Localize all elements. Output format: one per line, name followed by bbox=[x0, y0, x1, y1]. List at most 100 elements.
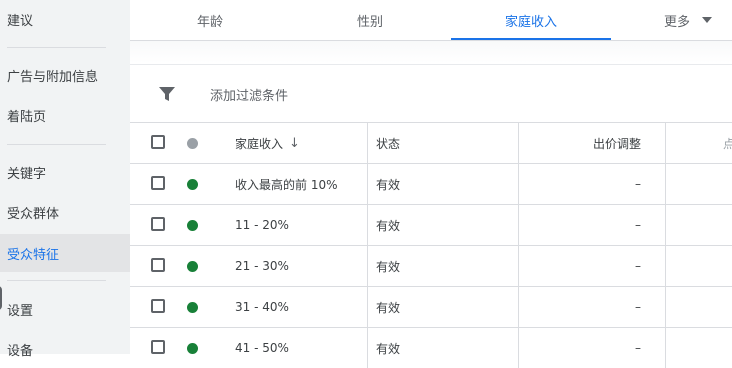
income-label: 31 - 40% bbox=[235, 300, 289, 314]
add-filter-button[interactable]: 添加过滤条件 bbox=[210, 85, 288, 104]
row-checkbox[interactable] bbox=[151, 340, 165, 354]
status-label: 有效 bbox=[376, 218, 401, 233]
tab-household-income[interactable]: 家庭收入 bbox=[451, 0, 611, 40]
column-divider bbox=[367, 205, 368, 245]
sidebar-item-label: 广告与附加信息 bbox=[7, 69, 99, 85]
income-label: 11 - 20% bbox=[235, 218, 289, 232]
status-cell: 有效 bbox=[376, 164, 516, 204]
column-divider bbox=[367, 123, 368, 163]
bid-cell[interactable]: – bbox=[520, 164, 641, 204]
bid-value: – bbox=[635, 300, 641, 314]
table-row[interactable]: 收入最高的前 10% 有效 – bbox=[130, 163, 732, 204]
bid-value: – bbox=[635, 218, 641, 232]
tab-label: 更多 bbox=[663, 14, 690, 30]
table-row[interactable]: 21 - 30% 有效 – bbox=[130, 245, 732, 286]
column-header-bid-adjustment[interactable]: 出价调整 bbox=[520, 123, 641, 163]
status-label: 有效 bbox=[376, 177, 401, 192]
income-cell: 21 - 30% bbox=[235, 246, 365, 286]
sidebar-divider bbox=[7, 280, 106, 281]
column-divider bbox=[665, 287, 666, 327]
tab-more[interactable]: 更多 bbox=[652, 0, 702, 40]
select-all-checkbox[interactable] bbox=[151, 135, 165, 149]
column-divider bbox=[518, 123, 519, 163]
column-header-label: 出价调整 bbox=[592, 136, 641, 151]
row-checkbox[interactable] bbox=[151, 258, 165, 272]
sidebar: 建议 广告与附加信息 着陆页 关键字 受众群体 受众特征 设置 设备 bbox=[0, 0, 130, 359]
status-dot-active bbox=[187, 179, 198, 190]
income-table: 家庭收入 ↓ 状态 出价调整 点 收入最高的前 10% 有效 – 11 - 20… bbox=[130, 122, 732, 368]
bid-cell[interactable]: – bbox=[520, 287, 641, 327]
tab-label: 性别 bbox=[356, 14, 383, 30]
tab-label: 家庭收入 bbox=[504, 14, 557, 30]
table-header-row: 家庭收入 ↓ 状态 出价调整 点 bbox=[130, 122, 732, 163]
column-divider bbox=[518, 287, 519, 327]
status-label: 有效 bbox=[376, 259, 401, 274]
sidebar-item-demographics[interactable]: 受众特征 bbox=[0, 234, 130, 272]
sidebar-divider bbox=[7, 144, 106, 145]
status-dot-active bbox=[187, 261, 198, 272]
status-cell: 有效 bbox=[376, 328, 516, 368]
sidebar-item-audiences[interactable]: 受众群体 bbox=[0, 193, 130, 231]
column-header-income[interactable]: 家庭收入 ↓ bbox=[235, 123, 365, 163]
status-cell: 有效 bbox=[376, 205, 516, 245]
tab-bar: 年龄 性别 家庭收入 更多 bbox=[130, 0, 732, 41]
tab-gender[interactable]: 性别 bbox=[335, 0, 405, 40]
sidebar-item-keywords[interactable]: 关键字 bbox=[0, 153, 130, 191]
scroll-handle[interactable] bbox=[0, 286, 2, 310]
bid-value: – bbox=[635, 177, 641, 191]
column-header-label: 状态 bbox=[376, 136, 401, 151]
table-row[interactable]: 11 - 20% 有效 – bbox=[130, 204, 732, 245]
row-checkbox[interactable] bbox=[151, 176, 165, 190]
column-divider bbox=[518, 164, 519, 204]
bid-cell[interactable]: – bbox=[520, 205, 641, 245]
header-shadow bbox=[130, 41, 732, 63]
filter-icon[interactable] bbox=[158, 85, 176, 103]
sidebar-item-label: 受众群体 bbox=[7, 206, 60, 222]
column-divider bbox=[665, 123, 666, 163]
column-divider bbox=[367, 246, 368, 286]
arrow-down-icon[interactable]: ↓ bbox=[289, 136, 300, 151]
income-label: 41 - 50% bbox=[235, 341, 289, 355]
main-panel: 年龄 性别 家庭收入 更多 添加过滤条件 家庭收入 ↓ 状态 出价调整 点 收入… bbox=[130, 0, 732, 368]
income-label: 收入最高的前 10% bbox=[235, 177, 338, 192]
column-header-status[interactable]: 状态 bbox=[376, 123, 516, 163]
bid-cell[interactable]: – bbox=[520, 328, 641, 368]
status-dot-header bbox=[187, 138, 198, 149]
income-cell: 收入最高的前 10% bbox=[235, 164, 365, 204]
sidebar-item-devices[interactable]: 设备 bbox=[0, 330, 130, 368]
column-divider bbox=[665, 164, 666, 204]
column-divider bbox=[665, 205, 666, 245]
status-cell: 有效 bbox=[376, 287, 516, 327]
column-divider bbox=[518, 246, 519, 286]
income-cell: 11 - 20% bbox=[235, 205, 365, 245]
tab-label: 年龄 bbox=[196, 14, 223, 30]
sidebar-item-label: 建议 bbox=[7, 13, 34, 29]
column-divider bbox=[367, 164, 368, 204]
bid-cell[interactable]: – bbox=[520, 246, 641, 286]
status-cell: 有效 bbox=[376, 246, 516, 286]
caret-down-icon[interactable] bbox=[702, 17, 712, 23]
status-dot-active bbox=[187, 302, 198, 313]
sidebar-divider bbox=[7, 47, 106, 48]
column-divider bbox=[367, 328, 368, 368]
status-label: 有效 bbox=[376, 300, 401, 315]
sidebar-item-suggestions[interactable]: 建议 bbox=[0, 0, 130, 38]
column-divider bbox=[367, 287, 368, 327]
status-dot-active bbox=[187, 220, 198, 231]
row-checkbox[interactable] bbox=[151, 299, 165, 313]
sidebar-item-label: 受众特征 bbox=[7, 247, 60, 263]
column-divider bbox=[518, 328, 519, 368]
status-dot-active bbox=[187, 343, 198, 354]
column-header-partial[interactable]: 点 bbox=[723, 123, 732, 163]
table-row[interactable]: 41 - 50% 有效 – bbox=[130, 327, 732, 368]
tab-age[interactable]: 年龄 bbox=[175, 0, 245, 40]
income-cell: 31 - 40% bbox=[235, 287, 365, 327]
sidebar-item-ads-extensions[interactable]: 广告与附加信息 bbox=[0, 56, 130, 94]
filter-bar: 添加过滤条件 bbox=[130, 64, 732, 123]
sidebar-item-landing-pages[interactable]: 着陆页 bbox=[0, 96, 130, 134]
income-label: 21 - 30% bbox=[235, 259, 289, 273]
bid-value: – bbox=[635, 259, 641, 273]
table-row[interactable]: 31 - 40% 有效 – bbox=[130, 286, 732, 327]
sidebar-item-settings[interactable]: 设置 bbox=[0, 290, 130, 328]
row-checkbox[interactable] bbox=[151, 217, 165, 231]
